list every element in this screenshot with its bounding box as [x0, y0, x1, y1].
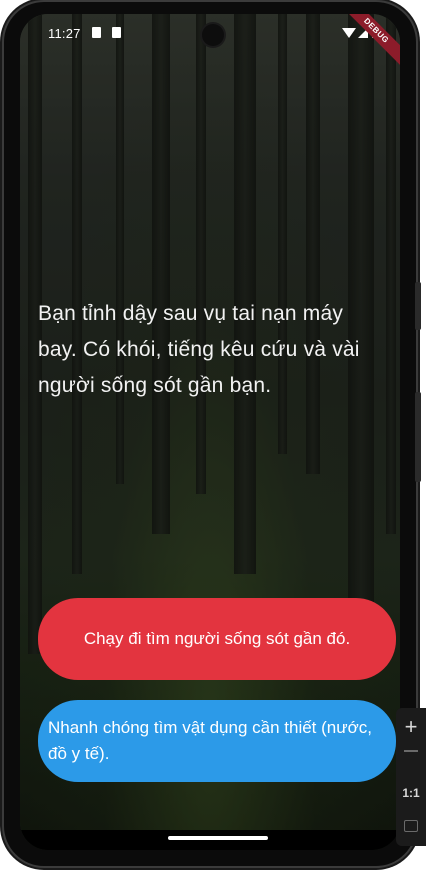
choice-find-survivors-button[interactable]: Chạy đi tìm người sống sót gần đó. [38, 598, 396, 680]
front-camera [202, 24, 224, 46]
status-time: 11:27 [48, 26, 81, 41]
fit-screen-icon[interactable] [404, 820, 418, 832]
status-bar: 11:27 DEBUG [20, 14, 400, 72]
choice-label: Chạy đi tìm người sống sót gần đó. [83, 629, 351, 648]
emulator-toolbar: + 1:1 [396, 708, 426, 846]
accessibility-icon [112, 27, 121, 38]
navigation-bar [20, 830, 400, 850]
sd-card-icon [92, 27, 101, 38]
zoom-ratio-button[interactable]: 1:1 [396, 786, 426, 800]
choice-label: Nhanh chóng tìm vật dụng cần thiết (nước… [48, 718, 372, 763]
volume-button [415, 282, 421, 330]
plus-icon[interactable]: + [396, 712, 426, 742]
home-handle[interactable] [168, 836, 268, 840]
app-screen: 11:27 DEBUG Bạn tỉnh dậy sau vụ tai nạn … [20, 14, 400, 850]
wifi-icon [342, 28, 356, 38]
choice-find-supplies-button[interactable]: Nhanh chóng tìm vật dụng cần thiết (nước… [38, 700, 396, 782]
story-text: Bạn tỉnh dậy sau vụ tai nạn máy bay. Có … [38, 302, 360, 397]
minus-icon[interactable] [404, 750, 418, 752]
power-button [415, 392, 421, 482]
phone-frame: 11:27 DEBUG Bạn tỉnh dậy sau vụ tai nạn … [4, 2, 421, 866]
